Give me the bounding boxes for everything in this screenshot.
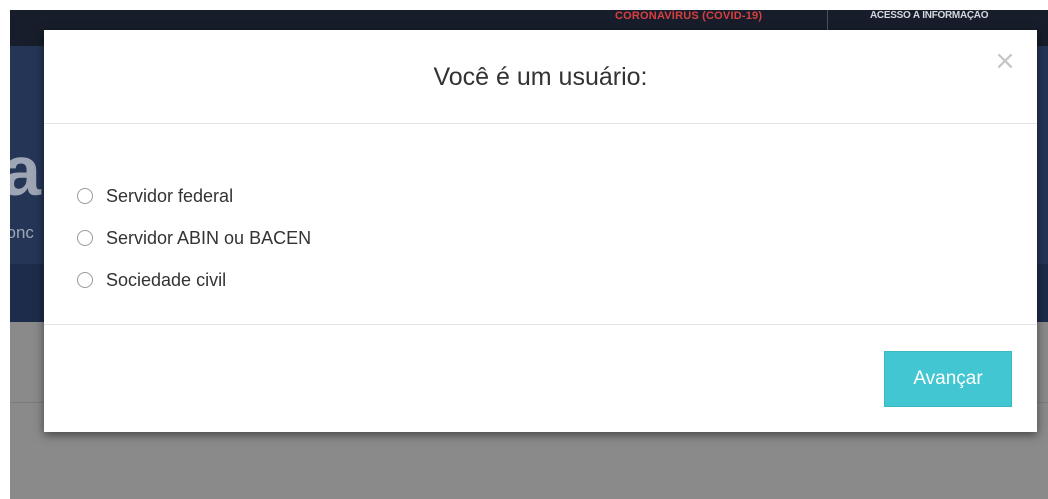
option-servidor-abin-bacen[interactable]: Servidor ABIN ou BACEN bbox=[77, 225, 311, 251]
option-label: Servidor federal bbox=[106, 185, 234, 206]
option-label: Sociedade civil bbox=[106, 269, 227, 290]
radio-button[interactable] bbox=[77, 188, 93, 204]
user-type-modal: Você é um usuário: × Servidor federal Se… bbox=[44, 30, 1037, 432]
advance-button[interactable]: Avançar bbox=[884, 351, 1012, 407]
radio-button[interactable] bbox=[77, 272, 93, 288]
option-servidor-federal[interactable]: Servidor federal bbox=[77, 183, 233, 209]
option-sociedade-civil[interactable]: Sociedade civil bbox=[77, 267, 226, 293]
modal-body: Servidor federal Servidor ABIN ou BACEN … bbox=[44, 124, 1037, 324]
covid-link[interactable]: CORONAVÍRUS (COVID-19) bbox=[615, 10, 762, 22]
option-label: Servidor ABIN ou BACEN bbox=[106, 227, 312, 248]
radio-button[interactable] bbox=[77, 230, 93, 246]
modal-title: Você é um usuário: bbox=[433, 63, 648, 91]
modal-footer: Avançar bbox=[44, 324, 1037, 433]
modal-header: Você é um usuário: × bbox=[44, 30, 1037, 124]
access-information-link[interactable]: ACESSO À INFORMAÇÃO bbox=[870, 10, 989, 21]
close-button[interactable]: × bbox=[992, 46, 1018, 76]
hero-subtitle: conc bbox=[10, 223, 34, 242]
